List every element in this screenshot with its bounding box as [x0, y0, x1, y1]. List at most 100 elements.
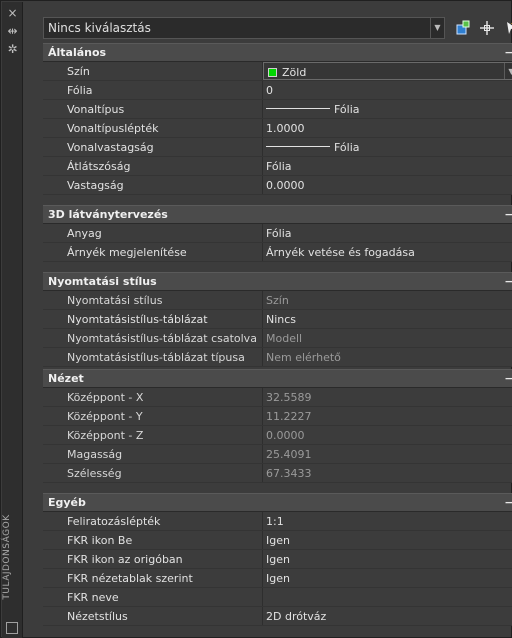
collapse-icon[interactable]: − — [503, 44, 512, 63]
property-value: Modell — [263, 329, 512, 347]
property-row-nyomtatasistilus-tablazat[interactable]: Nyomtatásistílus-táblázat Nincs — [43, 310, 512, 329]
property-grid: Általános − Szín Zöld ▼ Fólia 0 Vonaltíp… — [43, 43, 512, 626]
close-icon[interactable]: × — [4, 6, 21, 21]
section-title: Általános — [48, 46, 107, 59]
property-row-kozeppont-x: Középpont - X 32.5589 — [43, 388, 512, 407]
property-label: Középpont - X — [43, 388, 263, 406]
property-label: Vonalvastagság — [43, 138, 263, 156]
selection-combo-value: Nincs kiválasztás — [48, 21, 151, 35]
property-label: Átlátszóság — [43, 157, 263, 175]
property-row-kozeppont-y: Középpont - Y 11.2227 — [43, 407, 512, 426]
collapse-icon[interactable]: − — [503, 494, 512, 513]
quick-select-icon[interactable] — [501, 17, 512, 39]
property-value[interactable]: Fólia — [263, 157, 512, 175]
lineweight-value[interactable]: Fólia — [263, 138, 512, 156]
chevron-down-icon[interactable]: ▼ — [430, 18, 444, 38]
autohide-icon[interactable]: ⇹ — [4, 24, 21, 39]
property-row-nezetstilus[interactable]: Nézetstílus 2D drótváz — [43, 607, 512, 626]
property-label: Vastagság — [43, 176, 263, 194]
section-title: 3D látványtervezés — [48, 208, 168, 221]
property-value[interactable]: Igen — [263, 569, 512, 587]
property-label: Nézetstílus — [43, 607, 263, 625]
property-row-magassag: Magasság 25.4091 — [43, 445, 512, 464]
select-objects-icon[interactable] — [477, 17, 497, 39]
collapse-icon[interactable]: − — [503, 370, 512, 389]
settings-icon[interactable]: ✲ — [4, 42, 21, 57]
property-label: Árnyék megjelenítése — [43, 243, 263, 261]
section-header-nyomtatas[interactable]: Nyomtatási stílus − — [43, 272, 512, 291]
section-title: Nyomtatási stílus — [48, 275, 157, 288]
line-sample-icon — [266, 108, 330, 109]
property-value: Zöld — [282, 66, 307, 79]
property-row-fkr-origo[interactable]: FKR ikon az origóban Igen — [43, 550, 512, 569]
property-value[interactable]: Árnyék vetése és fogadása — [263, 243, 512, 261]
property-value: 0.0000 — [263, 426, 512, 444]
property-label: Nyomtatásistílus-táblázat — [43, 310, 263, 328]
collapse-icon[interactable]: − — [503, 273, 512, 292]
property-label: FKR nézetablak szerint — [43, 569, 263, 587]
property-row-vonaltipus[interactable]: Vonaltípus Fólia — [43, 100, 512, 119]
property-row-kozeppont-z: Középpont - Z 0.0000 — [43, 426, 512, 445]
property-label: FKR ikon az origóban — [43, 550, 263, 568]
property-label: Vonaltípuslépték — [43, 119, 263, 137]
property-value[interactable]: 2D drótváz — [263, 607, 512, 625]
property-value[interactable]: 1.0000 — [263, 119, 512, 137]
line-sample-icon — [266, 146, 330, 147]
property-value: Szín — [263, 291, 512, 309]
property-row-vastagsag[interactable]: Vastagság 0.0000 — [43, 176, 512, 195]
section-title: Nézet — [48, 372, 84, 385]
property-label: Szélesség — [43, 464, 263, 482]
section-title: Egyéb — [48, 496, 86, 509]
property-row-feliratozaslepte[interactable]: Feliratozáslépték 1:1 — [43, 512, 512, 531]
property-row-szin[interactable]: Szín Zöld ▼ — [43, 62, 512, 81]
section-header-nezet[interactable]: Nézet − — [43, 369, 512, 388]
section-header-latvany[interactable]: 3D látványtervezés − — [43, 205, 512, 224]
property-value[interactable] — [263, 588, 512, 606]
property-value: Nem elérhető — [263, 348, 512, 366]
property-row-anyag[interactable]: Anyag Fólia — [43, 224, 512, 243]
property-label: Szín — [43, 62, 263, 80]
property-row-tablazat-csatolva: Nyomtatásistílus-táblázat csatolva Model… — [43, 329, 512, 348]
linetype-value[interactable]: Fólia — [263, 100, 512, 118]
property-label: Vonaltípus — [43, 100, 263, 118]
property-value: Fólia — [334, 141, 360, 154]
toggle-pickadd-icon[interactable] — [453, 17, 473, 39]
property-row-vonalvastagsag[interactable]: Vonalvastagság Fólia — [43, 138, 512, 157]
property-label: Nyomtatásistílus-táblázat típusa — [43, 348, 263, 366]
property-value[interactable]: 1:1 — [263, 512, 512, 530]
property-value[interactable]: 0.0000 — [263, 176, 512, 194]
selection-toolbar: Nincs kiválasztás ▼ — [43, 17, 512, 41]
property-row-fkr-nezetablak[interactable]: FKR nézetablak szerint Igen — [43, 569, 512, 588]
property-label: Feliratozáslépték — [43, 512, 263, 530]
property-value: 67.3433 — [263, 464, 512, 482]
section-header-altalanos[interactable]: Általános − — [43, 43, 512, 62]
property-row-atlatszosag[interactable]: Átlátszóság Fólia — [43, 157, 512, 176]
property-row-fkr-neve[interactable]: FKR neve — [43, 588, 512, 607]
property-value[interactable]: Fólia — [263, 224, 512, 242]
color-value[interactable]: Zöld ▼ — [263, 62, 512, 80]
property-value: 11.2227 — [263, 407, 512, 425]
property-row-arnyek[interactable]: Árnyék megjelenítése Árnyék vetése és fo… — [43, 243, 512, 262]
property-value: 32.5589 — [263, 388, 512, 406]
properties-icon[interactable] — [6, 622, 18, 634]
property-label: Fólia — [43, 81, 263, 99]
collapse-icon[interactable]: − — [503, 206, 512, 225]
property-row-fkr-ikon-be[interactable]: FKR ikon Be Igen — [43, 531, 512, 550]
property-value[interactable]: Igen — [263, 550, 512, 568]
property-label: Nyomtatásistílus-táblázat csatolva — [43, 329, 263, 347]
section-header-egyeb[interactable]: Egyéb − — [43, 493, 512, 512]
property-row-vonaltipuslepte[interactable]: Vonaltípuslépték 1.0000 — [43, 119, 512, 138]
property-label: Anyag — [43, 224, 263, 242]
property-value[interactable]: Nincs — [263, 310, 512, 328]
property-label: FKR neve — [43, 588, 263, 606]
property-row-nyomtatasi-stilus: Nyomtatási stílus Szín — [43, 291, 512, 310]
chevron-down-icon[interactable]: ▼ — [504, 63, 512, 79]
property-value[interactable]: Igen — [263, 531, 512, 549]
property-label: Nyomtatási stílus — [43, 291, 263, 309]
properties-window: × ⇹ ✲ TULAJDONSÁGOK Nincs kiválasztás ▼ — [0, 0, 512, 638]
property-value[interactable]: 0 — [263, 81, 512, 99]
selection-combo[interactable]: Nincs kiválasztás ▼ — [43, 17, 445, 39]
property-row-folia[interactable]: Fólia 0 — [43, 81, 512, 100]
